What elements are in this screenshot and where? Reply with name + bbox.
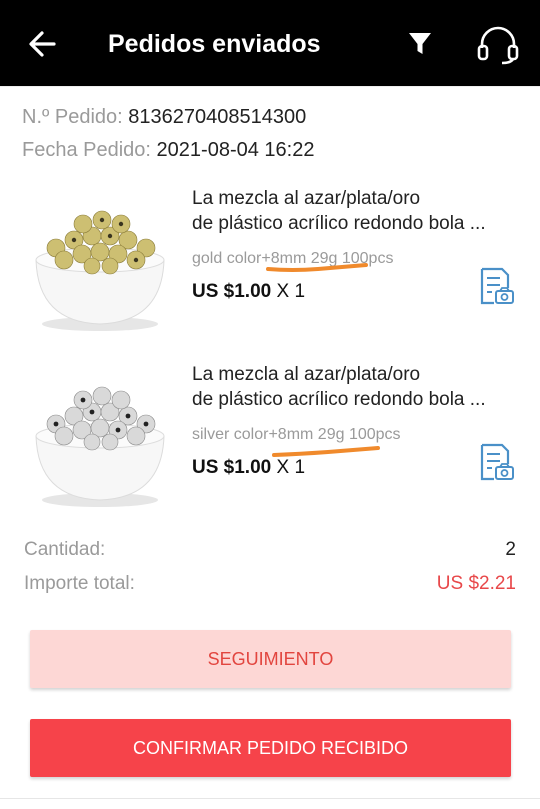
order-number-row: N.º Pedido: 8136270408514300 (22, 104, 306, 130)
product-variant: silver color+8mm 29g 100pcs (192, 426, 401, 443)
product-image (35, 210, 165, 331)
product-title-line: La mezcla al azar/plata/oro (192, 188, 421, 209)
product-quantity: X 1 (276, 281, 306, 302)
header-divider (0, 86, 540, 87)
quantity-value: 2 (505, 539, 516, 560)
product-price: US $1.00 (192, 281, 272, 302)
order-date-label: Fecha Pedido: (22, 139, 151, 161)
arrow-left-icon[interactable] (24, 24, 60, 64)
product-title-line: de plástico acrílico redondo bola ... (192, 213, 486, 234)
product-title[interactable]: La mezcla al azar/plata/oro de plástico … (192, 362, 522, 412)
product-price-row: US $1.00 X 1 (192, 456, 305, 480)
order-date-row: Fecha Pedido: 2021-08-04 16:22 (22, 137, 314, 163)
total-value: US $2.21 (436, 573, 516, 594)
product-title-line: de plástico acrílico redondo bola ... (192, 389, 486, 410)
quantity-label: Cantidad: (24, 539, 106, 560)
total-label: Importe total: (24, 573, 135, 594)
product-item[interactable]: La mezcla al azar/plata/oro de plástico … (0, 184, 540, 344)
order-number-label: N.º Pedido: (22, 106, 123, 128)
snapshot-icon[interactable] (478, 442, 516, 482)
product-image (35, 386, 165, 507)
bottom-divider (0, 798, 540, 799)
product-item[interactable]: La mezcla al azar/plata/oro de plástico … (0, 360, 540, 520)
snapshot-icon[interactable] (478, 266, 516, 306)
product-variant: gold color+8mm 29g 100pcs (192, 250, 394, 267)
filter-icon[interactable] (404, 26, 436, 60)
confirm-received-button[interactable]: CONFIRMAR PEDIDO RECIBIDO (30, 719, 511, 777)
page-title: Pedidos enviados (108, 30, 321, 58)
product-quantity: X 1 (276, 457, 306, 478)
product-price-row: US $1.00 X 1 (192, 280, 305, 304)
top-bar: Pedidos enviados (0, 0, 540, 86)
order-number-value: 8136270408514300 (128, 106, 307, 128)
product-price: US $1.00 (192, 457, 272, 478)
quantity-row: Cantidad: 2 (24, 538, 516, 564)
headset-icon[interactable] (474, 22, 522, 66)
total-row: Importe total: US $2.21 (24, 572, 516, 598)
tracking-button[interactable]: SEGUIMIENTO (30, 630, 511, 688)
product-title-line: La mezcla al azar/plata/oro (192, 364, 421, 385)
product-title[interactable]: La mezcla al azar/plata/oro de plástico … (192, 186, 522, 236)
order-date-value: 2021-08-04 16:22 (156, 139, 315, 161)
